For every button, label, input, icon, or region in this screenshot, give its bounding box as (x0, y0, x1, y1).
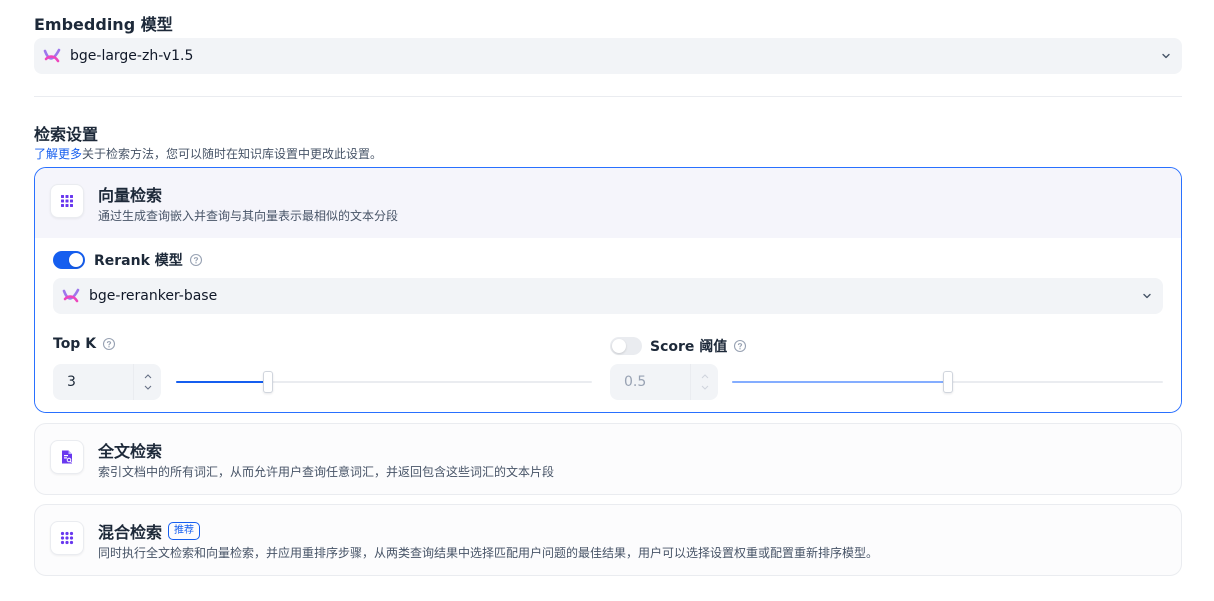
vector-search-header[interactable]: 向量检索 通过生成查询嵌入并查询与其向量表示最相似的文本分段 (35, 168, 1181, 238)
hybrid-search-title-row: 混合检索 推荐 (98, 519, 201, 543)
top-k-input[interactable]: 3 (53, 364, 161, 400)
score-threshold-toggle[interactable] (610, 337, 642, 355)
recommended-badge: 推荐 (168, 522, 201, 540)
retrieval-settings-title: 检索设置 (34, 125, 99, 144)
embedding-model-select[interactable]: bge-large-zh-v1.5 (34, 38, 1182, 74)
rerank-label: Rerank 模型 (94, 250, 203, 270)
help-circle-icon[interactable] (733, 339, 747, 353)
score-threshold-label: Score 阈值 (650, 336, 747, 356)
hybrid-search-description: 同时执行全文检索和向量检索，并应用重排序步骤，从两类查询结果中选择匹配用户问题的… (98, 546, 879, 560)
rerank-model-name: bge-reranker-base (89, 288, 218, 304)
top-k-label: Top K (53, 336, 116, 352)
chevron-down-icon (1160, 50, 1172, 62)
dots-grid-icon (50, 521, 84, 555)
chevron-down-icon (1141, 290, 1153, 302)
vector-search-settings: Rerank 模型 bge-reranker-base Top K 3 Scor… (35, 238, 1181, 412)
chevron-up-icon[interactable] (144, 374, 152, 379)
slider-thumb[interactable] (942, 371, 953, 393)
stepper-arrows[interactable] (690, 364, 718, 400)
vector-search-card[interactable]: 向量检索 通过生成查询嵌入并查询与其向量表示最相似的文本分段 Rerank 模型… (34, 167, 1182, 413)
rerank-label-text: Rerank 模型 (94, 253, 183, 269)
section-divider (34, 96, 1182, 97)
help-circle-icon[interactable] (189, 253, 203, 267)
help-circle-icon[interactable] (102, 337, 116, 351)
vector-search-title: 向量检索 (98, 186, 163, 205)
slider-fill (176, 381, 268, 383)
slider-fill (732, 381, 948, 383)
hybrid-search-card[interactable]: 混合检索 推荐 同时执行全文检索和向量检索，并应用重排序步骤，从两类查询结果中选… (34, 504, 1182, 576)
vector-search-description: 通过生成查询嵌入并查询与其向量表示最相似的文本分段 (98, 209, 399, 223)
model-logo-icon (42, 46, 62, 66)
retrieval-settings-description: 关于检索方法，您可以随时在知识库设置中更改此设置。 (82, 147, 383, 161)
toggle-knob (69, 253, 83, 267)
top-k-label-text: Top K (53, 336, 97, 352)
rerank-model-select[interactable]: bge-reranker-base (53, 278, 1163, 314)
top-k-slider[interactable] (176, 370, 592, 394)
toggle-knob (612, 339, 626, 353)
embedding-model-name: bge-large-zh-v1.5 (70, 48, 194, 64)
score-threshold-value: 0.5 (624, 374, 647, 390)
score-threshold-label-text: Score 阈值 (650, 339, 728, 355)
learn-more-link[interactable]: 了解更多 (34, 147, 82, 161)
chevron-up-icon[interactable] (701, 374, 709, 379)
fulltext-search-description: 索引文档中的所有词汇，从而允许用户查询任意词汇，并返回包含这些词汇的文本片段 (98, 465, 555, 479)
slider-thumb[interactable] (262, 371, 273, 393)
dots-grid-icon (50, 184, 84, 218)
fulltext-search-header[interactable]: 全文检索 索引文档中的所有词汇，从而允许用户查询任意词汇，并返回包含这些词汇的文… (35, 424, 1181, 494)
chevron-down-icon[interactable] (144, 385, 152, 390)
stepper-arrows[interactable] (133, 364, 161, 400)
document-search-icon (50, 440, 84, 474)
embedding-model-title: Embedding 模型 (34, 15, 173, 34)
fulltext-search-title: 全文检索 (98, 442, 163, 461)
rerank-toggle[interactable] (53, 251, 85, 269)
score-threshold-slider[interactable] (732, 370, 1163, 394)
hybrid-search-title: 混合检索 (98, 523, 163, 542)
model-logo-icon (61, 286, 81, 306)
fulltext-search-card[interactable]: 全文检索 索引文档中的所有词汇，从而允许用户查询任意词汇，并返回包含这些词汇的文… (34, 423, 1182, 495)
chevron-down-icon[interactable] (701, 385, 709, 390)
score-threshold-input[interactable]: 0.5 (610, 364, 718, 400)
top-k-value: 3 (67, 374, 76, 390)
retrieval-settings-subtitle: 了解更多关于检索方法，您可以随时在知识库设置中更改此设置。 (34, 145, 382, 162)
hybrid-search-header[interactable]: 混合检索 推荐 同时执行全文检索和向量检索，并应用重排序步骤，从两类查询结果中选… (35, 505, 1181, 575)
